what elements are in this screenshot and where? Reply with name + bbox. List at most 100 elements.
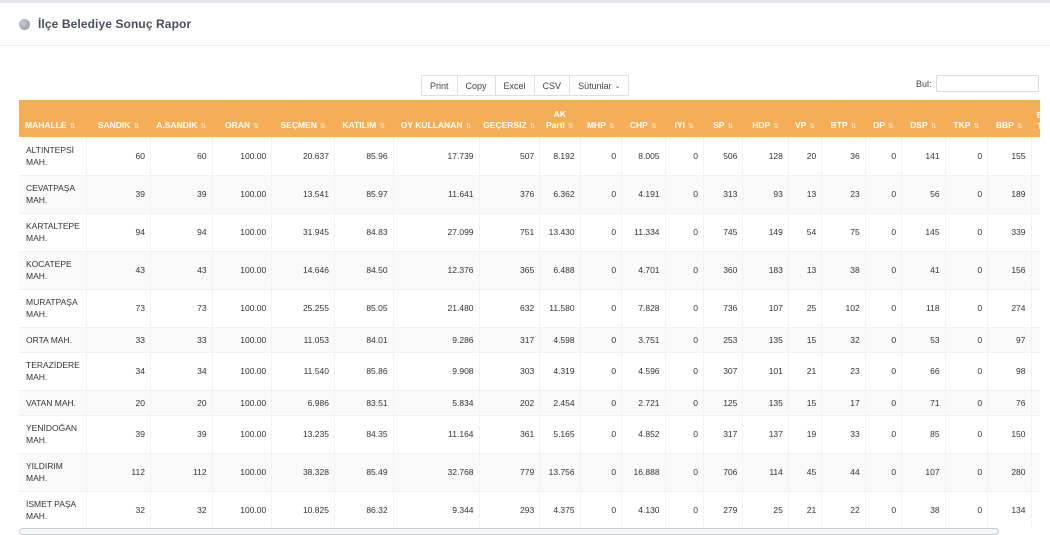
column-header[interactable]: BBP ⇅ <box>987 100 1032 137</box>
value-cell: 36 <box>821 137 866 176</box>
results-table-container: MAHALLE ⇅ SANDIK ⇅ A.SANDIK ⇅ ORAN ⇅ SEÇMEN ⇅ KATI… <box>19 100 1040 528</box>
value-cell: 75 <box>1031 352 1040 391</box>
column-header[interactable]: HDP ⇅ <box>742 100 789 137</box>
value-cell: 128 <box>742 137 789 176</box>
value-cell: 114 <box>742 453 789 492</box>
column-header-label: DSP <box>910 120 928 130</box>
value-cell: 149 <box>742 213 789 252</box>
column-header[interactable]: Bağ Top <box>1031 100 1040 137</box>
column-header[interactable]: CHP ⇅ <box>621 100 666 137</box>
sort-icon: ⇅ <box>608 123 615 130</box>
value-cell: 49 <box>1031 453 1040 492</box>
column-header[interactable]: KATILIM ⇅ <box>334 100 394 137</box>
table-row: İSMET PAŞA MAH. 32 32 100.00 10.825 86.32 9.34… <box>19 491 1040 528</box>
value-cell: 100.00 <box>212 352 273 391</box>
value-cell: 303 <box>479 352 541 391</box>
column-header[interactable]: VP ⇅ <box>788 100 822 137</box>
value-cell: 0 <box>945 213 989 252</box>
value-cell: 5.165 <box>539 415 581 454</box>
value-cell: 25 <box>1031 175 1040 214</box>
value-cell: 100.00 <box>212 390 273 416</box>
column-header[interactable]: OY KULLANAN ⇅ <box>393 100 480 137</box>
value-cell: 507 <box>479 137 541 176</box>
sort-icon: ⇅ <box>809 123 816 130</box>
value-cell: 4.191 <box>621 175 666 214</box>
value-cell: 0 <box>580 251 623 290</box>
column-header-label: Bağ Top <box>1036 110 1040 131</box>
copy-button[interactable]: Copy <box>456 75 496 96</box>
value-cell: 34 <box>86 352 151 391</box>
neighborhood-cell: YENİDOĞAN MAH. <box>19 415 88 454</box>
value-cell: 0 <box>865 175 903 214</box>
results-table: MAHALLE ⇅ SANDIK ⇅ A.SANDIK ⇅ ORAN ⇅ SEÇMEN ⇅ KATI… <box>19 100 1040 528</box>
excel-button[interactable]: Excel <box>494 75 535 96</box>
value-cell: 84.83 <box>334 213 394 252</box>
value-cell: 9.286 <box>393 327 480 353</box>
value-cell: 31 <box>1031 251 1040 290</box>
column-header-label: MAHALLE <box>25 120 67 130</box>
neighborhood-cell: ORTA MAH. <box>19 327 88 353</box>
column-header[interactable]: A.SANDIK ⇅ <box>150 100 213 137</box>
column-header[interactable]: DSP ⇅ <box>901 100 946 137</box>
value-cell: 150 <box>987 415 1032 454</box>
column-header[interactable]: MAHALLE ⇅ <box>19 100 87 137</box>
column-header[interactable]: MHP ⇅ <box>580 100 622 137</box>
value-cell: 274 <box>987 289 1032 328</box>
neighborhood-cell: KOCATEPE MAH. <box>19 251 88 290</box>
column-header-label: CHP <box>629 120 648 130</box>
value-cell: 100.00 <box>212 491 273 528</box>
csv-button[interactable]: CSV <box>533 75 571 96</box>
table-row: VATAN MAH. 20 20 100.00 6.986 83.51 5.834 202 2.… <box>19 390 1040 416</box>
value-cell: 43 <box>86 251 151 290</box>
column-header[interactable]: SP ⇅ <box>703 100 743 137</box>
value-cell: 279 <box>703 491 744 528</box>
column-header-label: IYI <box>674 120 686 130</box>
value-cell: 506 <box>703 137 744 176</box>
column-header[interactable]: BTP ⇅ <box>821 100 866 137</box>
value-cell: 4.852 <box>621 415 666 454</box>
column-header-label: ORAN <box>224 120 251 130</box>
horizontal-scrollbar[interactable] <box>19 528 999 535</box>
search-label: Bul: <box>916 78 932 89</box>
value-cell: 94 <box>150 213 213 252</box>
value-cell: 4.596 <box>621 352 666 391</box>
value-cell: 13 <box>788 175 823 214</box>
column-header[interactable]: ORAN ⇅ <box>212 100 272 137</box>
value-cell: 33 <box>821 415 866 454</box>
column-header[interactable]: SANDIK ⇅ <box>86 100 151 137</box>
sort-icon: ⇅ <box>727 123 734 130</box>
column-header-label: TKP <box>953 120 971 130</box>
value-cell: 0 <box>580 415 623 454</box>
value-cell: 100.00 <box>212 175 273 214</box>
value-cell: 13.756 <box>539 453 581 492</box>
column-header[interactable]: AK Parti ⇅ <box>539 100 581 137</box>
columns-button[interactable]: Sütunlar ⌄ <box>569 75 630 96</box>
search-input[interactable] <box>935 75 1039 92</box>
column-header-label: SEÇMEN <box>280 120 317 130</box>
column-header-label: KATILIM <box>342 120 377 130</box>
print-button[interactable]: Print <box>421 75 458 96</box>
value-cell: 183 <box>742 251 789 290</box>
column-header[interactable]: SEÇMEN ⇅ <box>271 100 335 137</box>
value-cell: 125 <box>703 390 744 416</box>
value-cell: 39 <box>86 175 151 214</box>
column-header[interactable]: GEÇERSIZ ⇅ <box>479 100 540 137</box>
value-cell: 137 <box>742 415 789 454</box>
value-cell: 11.580 <box>539 289 581 328</box>
column-header[interactable]: TKP ⇅ <box>945 100 988 137</box>
value-cell: 112 <box>86 453 151 492</box>
value-cell: 0 <box>665 327 704 353</box>
value-cell: 100.00 <box>212 289 273 328</box>
value-cell: 6.362 <box>539 175 581 214</box>
value-cell: 39 <box>150 175 213 214</box>
value-cell: 2.454 <box>539 390 581 416</box>
column-header[interactable]: IYI ⇅ <box>665 100 704 137</box>
column-header[interactable]: DP ⇅ <box>865 100 902 137</box>
value-cell: 0 <box>665 289 704 328</box>
sort-icon: ⇅ <box>773 123 780 130</box>
value-cell: 100.00 <box>212 327 273 353</box>
value-cell: 360 <box>703 251 744 290</box>
value-cell: 15 <box>788 327 823 353</box>
neighborhood-cell: ALTINTEPSİ MAH. <box>19 137 88 176</box>
value-cell: 100.00 <box>212 415 273 454</box>
